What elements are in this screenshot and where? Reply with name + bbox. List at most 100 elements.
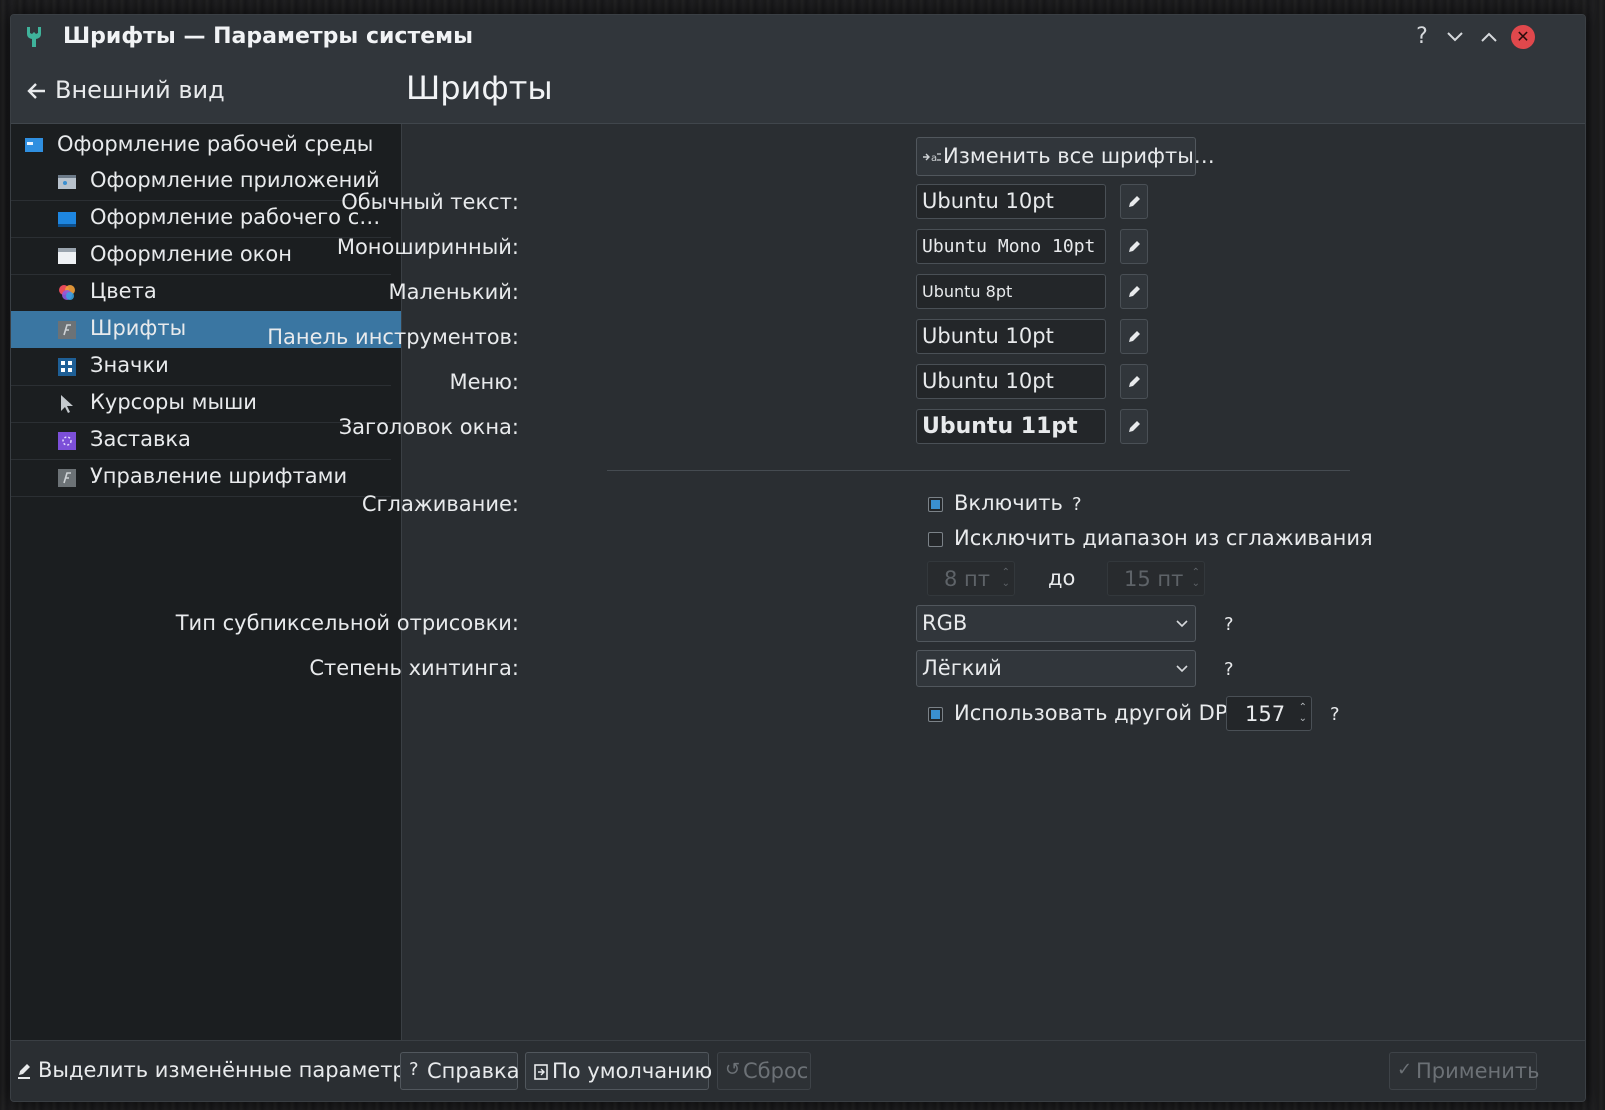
sidebar-item-window-decoration[interactable]: Оформление окон (11, 237, 391, 275)
sidebar-item-label: Значки (90, 353, 169, 377)
exclude-range-checkbox[interactable] (928, 532, 943, 547)
help-button[interactable]: ? Справка (400, 1052, 520, 1090)
workspace-theme-icon (25, 138, 43, 152)
exclude-range-label[interactable]: Исключить диапазон из сглаживания (954, 526, 1373, 550)
sidebar-item-splash[interactable]: Заставка (11, 422, 391, 460)
subpixel-help-icon[interactable]: ? (1224, 614, 1234, 635)
menu-font-field[interactable]: Ubuntu 10pt (916, 364, 1106, 399)
font-row-label: Маленький: (388, 280, 520, 304)
exclude-to-value: 15 пт (1124, 567, 1184, 591)
toolbar-font-field[interactable]: Ubuntu 10pt (916, 319, 1106, 354)
spin-arrows-icon: ⌃ ⌄ (1191, 567, 1200, 589)
pencil-icon (1129, 241, 1140, 252)
hinting-combo[interactable]: Лёгкий (916, 650, 1196, 687)
window-title-font-field[interactable]: Ubuntu 11pt (916, 409, 1106, 444)
defaults-button[interactable]: По умолчанию (525, 1052, 712, 1090)
sidebar-item-label: Оформление окон (90, 242, 292, 266)
close-button[interactable]: ✕ (1511, 25, 1535, 49)
sidebar-item-app-style[interactable]: Оформление приложений (11, 163, 391, 201)
checkmark-icon: ✓ (1397, 1059, 1413, 1080)
chevron-up-icon (1481, 32, 1497, 42)
pencil-icon (1129, 376, 1140, 387)
context-help-button[interactable]: ? (1409, 24, 1435, 50)
force-dpi-checkbox[interactable] (928, 707, 943, 722)
sidebar-category-label: Оформление рабочей среды (57, 132, 374, 156)
maximize-button[interactable] (1476, 24, 1502, 50)
sidebar-item-label: Оформление приложений (90, 168, 380, 192)
highlight-changed-label: Выделить изменённые параметры (38, 1058, 423, 1082)
sidebar-item-desktop-theme[interactable]: Оформление рабочего с… (11, 200, 391, 238)
reset-label: Сброс (743, 1059, 809, 1083)
hinting-help-icon[interactable]: ? (1224, 659, 1234, 680)
hinting-label: Степень хинтинга: (309, 656, 519, 680)
svg-text:a: a (931, 153, 937, 164)
change-all-fonts-label: Изменить все шрифты… (943, 144, 1215, 168)
change-all-fonts-button[interactable]: a Изменить все шрифты… (916, 137, 1215, 176)
dpi-value: 157 (1245, 702, 1286, 726)
sidebar-item-font-manager[interactable]: Управление шрифтами (11, 459, 391, 497)
font-row-label: Меню: (449, 370, 519, 394)
arrow-left-icon (27, 83, 45, 99)
edit-window-title-font-button[interactable] (1120, 409, 1148, 444)
icons-icon (58, 358, 76, 376)
sidebar-item-label: Шрифты (90, 316, 187, 340)
edit-menu-font-button[interactable] (1120, 364, 1148, 399)
range-to-label: до (1048, 566, 1076, 590)
subpixel-combo[interactable]: RGB (916, 605, 1196, 642)
fixed-width-font-field[interactable]: Ubuntu Mono 10pt (916, 229, 1106, 264)
sidebar-item-label: Цвета (90, 279, 157, 303)
general-font-field[interactable]: Ubuntu 10pt (916, 184, 1106, 219)
minimize-button[interactable] (1442, 24, 1468, 50)
edit-general-font-button[interactable] (1120, 184, 1148, 219)
sidebar-item-cursors[interactable]: Курсоры мыши (11, 385, 391, 423)
apply-button[interactable]: ✓ Применить (1389, 1052, 1540, 1090)
window-decoration-icon (58, 248, 76, 264)
edit-fixed-font-button[interactable] (1120, 229, 1148, 264)
window-title: Шрифты — Параметры системы (63, 24, 473, 49)
antialiasing-help-icon[interactable]: ? (1072, 494, 1082, 515)
back-label: Внешний вид (55, 76, 225, 104)
highlight-changed-button[interactable]: Выделить изменённые параметры (13, 1052, 422, 1090)
font-row-label: Обычный текст: (341, 190, 519, 214)
chevron-down-icon (1447, 32, 1463, 42)
pencil-icon (1129, 421, 1140, 432)
font-row-label: Моноширинный: (336, 235, 519, 259)
font-row-label: Заголовок окна: (338, 415, 519, 439)
colors-icon (59, 285, 75, 300)
hinting-value: Лёгкий (922, 656, 1002, 680)
sidebar-category-workspace-theme[interactable]: Оформление рабочей среды (11, 129, 401, 163)
title-bar: Шрифты — Параметры системы ? ✕ (11, 15, 1585, 59)
help-icon: ? (409, 1059, 419, 1080)
close-icon: ✕ (1516, 27, 1530, 46)
force-dpi-label[interactable]: Использовать другой DPI: (954, 701, 1241, 725)
sidebar-item-colors[interactable]: Цвета (11, 274, 391, 312)
antialiasing-enable-checkbox[interactable] (928, 497, 943, 512)
spin-arrows-icon: ⌃ ⌄ (1298, 702, 1307, 724)
edit-small-font-button[interactable] (1120, 274, 1148, 309)
pencil-icon (1129, 286, 1140, 297)
section-divider (607, 470, 1350, 471)
sidebar-item-label: Курсоры мыши (90, 390, 257, 414)
antialiasing-enable-label[interactable]: Включить (954, 491, 1063, 515)
apply-label: Применить (1416, 1059, 1540, 1083)
chevron-down-icon (1176, 620, 1188, 628)
sidebar-item-label: Оформление рабочего с… (90, 205, 381, 229)
exclude-to-spinbox[interactable]: 15 пт ⌃ ⌄ (1107, 561, 1205, 596)
sidebar-item-icons[interactable]: Значки (11, 348, 391, 386)
help-label: Справка (427, 1059, 520, 1083)
spin-arrows-icon: ⌃ ⌄ (1001, 567, 1010, 589)
subpixel-label: Тип субпиксельной отрисовки: (175, 611, 519, 635)
dpi-spinbox[interactable]: 157 ⌃ ⌄ (1226, 696, 1312, 731)
exclude-from-spinbox[interactable]: 8 пт ⌃ ⌄ (927, 561, 1015, 596)
small-font-field[interactable]: Ubuntu 8pt (916, 274, 1106, 309)
font-row-label: Панель инструментов: (267, 325, 519, 349)
footer-bar: Выделить изменённые параметры ? Справка … (11, 1040, 1585, 1101)
page-title: Шрифты (406, 69, 553, 107)
dpi-help-icon[interactable]: ? (1330, 704, 1340, 725)
desktop-theme-icon (58, 212, 76, 227)
edit-toolbar-font-button[interactable] (1120, 319, 1148, 354)
sidebar-item-label: Управление шрифтами (90, 464, 348, 488)
highlight-pen-icon (18, 1064, 30, 1079)
reset-button[interactable]: ↺ Сброс (717, 1052, 811, 1090)
sidebar-item-label: Заставка (90, 427, 191, 451)
